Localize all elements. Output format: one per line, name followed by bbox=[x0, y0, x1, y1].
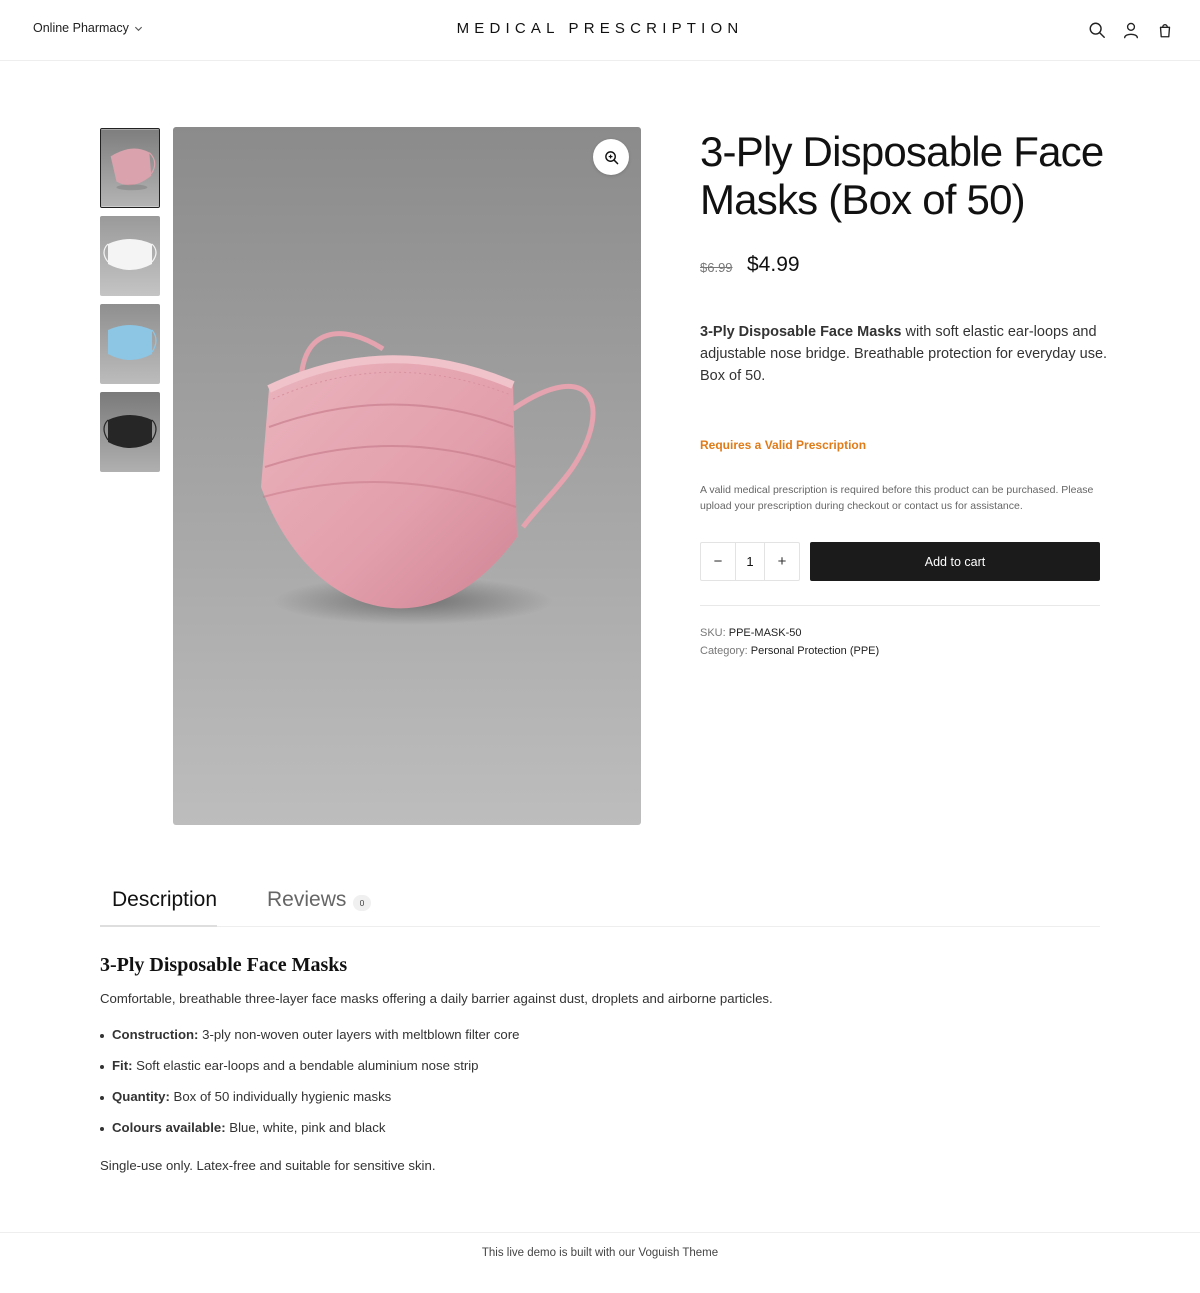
price-regular: $6.99 bbox=[700, 260, 733, 275]
feature-list: Construction: 3-ply non-woven outer laye… bbox=[100, 1025, 1000, 1149]
product-title: 3-Ply Disposable Face Masks (Box of 50) bbox=[700, 128, 1104, 223]
zoom-button[interactable] bbox=[593, 139, 629, 175]
feature-label: Construction: bbox=[112, 1027, 199, 1042]
reviews-count-badge: 0 bbox=[353, 895, 371, 911]
prescription-required-label: Requires a Valid Prescription bbox=[700, 438, 867, 452]
pink-mask-photo bbox=[173, 127, 641, 825]
list-item: Construction: 3-ply non-woven outer laye… bbox=[100, 1025, 1000, 1056]
divider bbox=[700, 605, 1100, 606]
thumbnail-white-mask[interactable] bbox=[100, 216, 160, 296]
sku-label: SKU: bbox=[700, 627, 726, 639]
footer-divider bbox=[0, 1232, 1200, 1233]
quantity-input[interactable]: 1 bbox=[735, 543, 765, 580]
tabs-divider bbox=[100, 926, 1100, 927]
category-row: Category: Personal Protection (PPE) bbox=[700, 645, 879, 657]
sku-value: PPE-MASK-50 bbox=[728, 627, 802, 639]
quantity-stepper: − 1 + bbox=[700, 542, 800, 581]
description-heading: 3-Ply Disposable Face Masks bbox=[100, 954, 348, 976]
prescription-note: A valid medical prescription is required… bbox=[700, 484, 1094, 512]
tab-reviews[interactable]: Reviews bbox=[267, 888, 346, 912]
cart-bag-icon[interactable] bbox=[1155, 19, 1174, 41]
list-item: Colours available: Blue, white, pink and… bbox=[100, 1118, 1000, 1149]
add-to-cart-button[interactable]: Add to cart bbox=[810, 542, 1100, 581]
feature-text: Soft elastic ear-loops and a bendable al… bbox=[132, 1058, 479, 1073]
quantity-decrease-button[interactable]: − bbox=[701, 543, 735, 580]
site-logo[interactable]: MEDICAL PRESCRIPTION bbox=[0, 20, 1200, 37]
tab-active-indicator bbox=[100, 925, 217, 927]
site-header: Online Pharmacy MEDICAL PRESCRIPTION bbox=[0, 0, 1200, 61]
description-outro: Single-use only. Latex-free and suitable… bbox=[100, 1158, 436, 1173]
zoom-in-icon bbox=[604, 150, 618, 164]
category-label: Category: bbox=[700, 645, 748, 657]
thumbnail-blue-mask[interactable] bbox=[100, 304, 160, 384]
quantity-increase-button[interactable]: + bbox=[765, 543, 799, 580]
feature-label: Quantity: bbox=[112, 1089, 170, 1104]
feature-text: Blue, white, pink and black bbox=[225, 1120, 386, 1135]
sku-row: SKU: PPE-MASK-50 bbox=[700, 627, 802, 639]
tab-description[interactable]: Description bbox=[112, 888, 217, 912]
product-main-image[interactable] bbox=[173, 127, 641, 825]
category-link[interactable]: Personal Protection (PPE) bbox=[751, 645, 879, 657]
footer-theme-link[interactable]: Voguish Theme bbox=[638, 1247, 718, 1259]
footer-text: This live demo is built with our bbox=[481, 1247, 636, 1259]
feature-text: 3-ply non-woven outer layers with meltbl… bbox=[198, 1027, 520, 1042]
short-description: 3-Ply Disposable Face Masks with soft el… bbox=[700, 321, 1110, 387]
feature-text: Box of 50 individually hygienic masks bbox=[169, 1089, 392, 1104]
thumbnail-black-mask[interactable] bbox=[100, 392, 160, 472]
thumbnail-pink-mask[interactable] bbox=[100, 128, 160, 208]
list-item: Fit: Soft elastic ear-loops and a bendab… bbox=[100, 1056, 1000, 1087]
account-icon[interactable] bbox=[1121, 19, 1140, 41]
site-footer: This live demo is built with our Voguish… bbox=[0, 1247, 1200, 1259]
search-icon[interactable] bbox=[1087, 19, 1106, 41]
feature-label: Fit: bbox=[112, 1058, 133, 1073]
price-sale: $4.99 bbox=[747, 253, 800, 276]
list-item: Quantity: Box of 50 individually hygieni… bbox=[100, 1087, 1000, 1118]
short-description-bold: 3-Ply Disposable Face Masks bbox=[700, 324, 902, 340]
description-intro: Comfortable, breathable three-layer face… bbox=[100, 991, 773, 1006]
feature-label: Colours available: bbox=[112, 1120, 226, 1135]
